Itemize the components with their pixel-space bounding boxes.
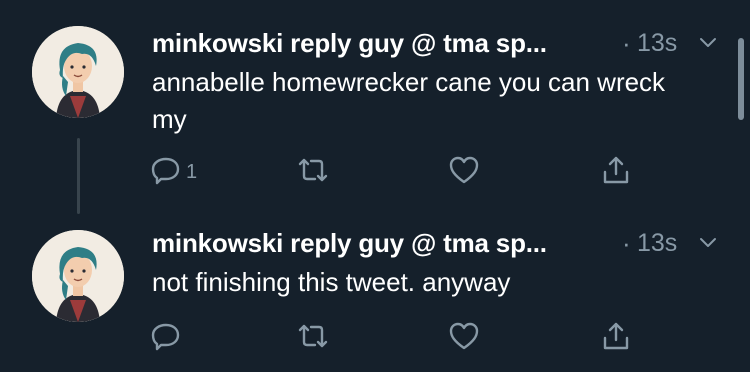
tweet-actions: 1 [150,152,650,188]
thread-connector-line [77,138,80,214]
retweet-icon [298,158,328,182]
scrollbar[interactable] [738,38,744,120]
tweet[interactable]: minkowski reply guy @ tma sp... · 13s no… [0,210,750,372]
reply-count: 1 [186,160,198,183]
avatar[interactable] [32,26,124,118]
like-button[interactable] [448,318,480,354]
tweet-text: not finishing this tweet. anyway [152,267,511,297]
heart-icon [449,156,479,184]
tweet-text: annabelle homewrecker cane you can wreck… [152,67,666,134]
tweet[interactable]: minkowski reply guy @ tma sp... · 13s an… [0,0,750,214]
share-icon [603,322,629,350]
reply-icon [151,157,180,185]
retweet-icon [298,324,328,348]
separator-dot: · [622,228,631,258]
avatar-illustration [32,26,124,118]
retweet-button[interactable] [297,318,329,354]
reply-icon [151,323,180,351]
chevron-down-icon[interactable] [697,232,719,254]
reply-button[interactable] [150,318,186,354]
share-button[interactable] [600,318,632,354]
tweet-thread: minkowski reply guy @ tma sp... · 13s an… [0,0,750,372]
like-button[interactable] [448,152,480,188]
display-name[interactable]: minkowski reply guy @ tma sp... [152,28,547,59]
heart-icon [449,322,479,350]
reply-button[interactable]: 1 [150,152,197,188]
timestamp[interactable]: 13s [637,229,677,258]
separator-dot: · [622,28,631,58]
chevron-down-icon[interactable] [697,32,719,54]
avatar-illustration [32,230,124,322]
timestamp[interactable]: 13s [637,29,677,58]
share-icon [603,156,629,184]
tweet-actions [150,318,650,354]
tweet-header: minkowski reply guy @ tma sp... · 13s [152,228,732,260]
avatar[interactable] [32,230,124,322]
tweet-header: minkowski reply guy @ tma sp... · 13s [152,28,732,60]
retweet-button[interactable] [297,152,329,188]
display-name[interactable]: minkowski reply guy @ tma sp... [152,228,547,259]
share-button[interactable] [600,152,632,188]
